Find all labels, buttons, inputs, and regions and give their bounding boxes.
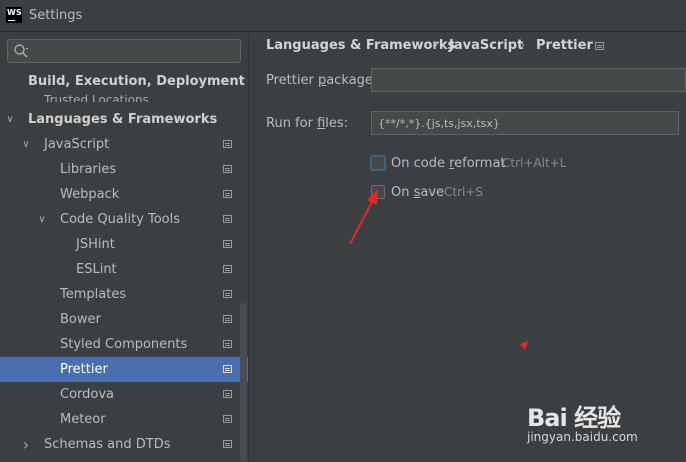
prettier-package-label: Prettier package: (266, 73, 378, 88)
tree-item-eslint[interactable]: ESLint (0, 257, 248, 282)
tree-item-cordova[interactable]: Cordova (0, 382, 248, 407)
run-for-files-label: Run for files: (266, 116, 349, 131)
tree-item-label: Templates (60, 287, 127, 302)
run-for-files-field[interactable] (371, 111, 679, 135)
prettier-package-field[interactable] (371, 68, 686, 92)
tree-item-label: JavaScript (44, 137, 110, 152)
project-settings-icon (223, 315, 232, 323)
tree-item-meteor[interactable]: Meteor (0, 407, 248, 432)
on-code-reformat-shortcut: Ctrl+Alt+L (502, 156, 567, 170)
app-logo-text: WS (7, 8, 22, 17)
chevron-down-icon[interactable]: ∨ (20, 132, 32, 157)
project-settings-icon (223, 140, 232, 148)
tree-item-label: JSHint (76, 237, 115, 252)
tree-item-label: Prettier (60, 362, 108, 377)
on-code-reformat-checkbox[interactable] (370, 155, 386, 171)
tree-item-label: Meteor (60, 412, 106, 427)
breadcrumb-item-prettier: Prettier (536, 38, 593, 53)
annotation-arrow-icon (349, 189, 378, 245)
search-input[interactable] (32, 42, 237, 60)
tree-item-build-execution-deployment[interactable]: Build, Execution, Deployment (0, 69, 248, 94)
webstorm-logo-icon: WS (6, 7, 22, 23)
tree-item-label: Cordova (60, 387, 115, 402)
project-settings-icon (223, 240, 232, 248)
tree-item-code-quality-tools[interactable]: ∨ Code Quality Tools (0, 207, 248, 232)
chevron-down-icon[interactable]: ∨ (36, 207, 48, 232)
settings-sidebar: Trusted Locations Build, Execution, Depl… (0, 33, 249, 462)
watermark-logo: Bai 经验 (527, 404, 621, 432)
chevron-down-icon[interactable]: ∨ (4, 107, 16, 132)
tree-item-label: Libraries (60, 162, 117, 177)
tree-item-label: Languages & Frameworks (28, 112, 218, 127)
breadcrumb-separator: › (520, 38, 526, 53)
project-settings-icon (223, 340, 232, 348)
watermark-url: jingyan.baidu.com (527, 430, 638, 444)
chevron-right-icon[interactable]: › (20, 432, 32, 457)
on-code-reformat-label[interactable]: On code reformat (391, 156, 506, 171)
cursor-marker-icon (520, 341, 528, 350)
breadcrumb-separator: › (433, 38, 439, 53)
tree-item-schemas-and-dtds[interactable]: › Schemas and DTDs (0, 432, 248, 457)
tree-item-templates[interactable]: Templates (0, 282, 248, 307)
tree-item-label: ESLint (76, 262, 117, 277)
project-settings-icon (223, 215, 232, 223)
tree-item-webpack[interactable]: Webpack (0, 182, 248, 207)
on-save-shortcut: Ctrl+S (444, 185, 484, 199)
tree-item-libraries[interactable]: Libraries (0, 157, 248, 182)
tree-item-prettier[interactable]: Prettier (0, 357, 248, 382)
search-icon[interactable] (13, 43, 29, 59)
project-settings-icon (223, 440, 232, 448)
tree-item-languages-frameworks[interactable]: ∨ Languages & Frameworks (0, 107, 248, 132)
project-settings-icon (223, 190, 232, 198)
project-settings-icon (223, 165, 232, 173)
project-settings-icon (595, 42, 604, 50)
project-settings-icon (223, 390, 232, 398)
tree-item-styled-components[interactable]: Styled Components (0, 332, 248, 357)
breadcrumb-item-languages[interactable]: Languages & Frameworks (266, 38, 455, 53)
project-settings-icon (223, 415, 232, 423)
tree-item-bower[interactable]: Bower (0, 307, 248, 332)
title-bar: WS Settings (0, 0, 686, 32)
tree-item-label: Schemas and DTDs (44, 437, 171, 452)
tree-item-label: Webpack (60, 187, 120, 202)
tree-item-label: Bower (60, 312, 101, 327)
breadcrumb-item-javascript[interactable]: JavaScript (449, 38, 523, 53)
tree-item-label: Build, Execution, Deployment (28, 74, 245, 89)
tree-item-label: Styled Components (60, 337, 188, 352)
tree-item-label: Code Quality Tools (60, 212, 181, 227)
project-settings-icon (223, 290, 232, 298)
tree-item-jshint[interactable]: JSHint (0, 232, 248, 257)
baidu-watermark: Bai 经验 jingyan.baidu.com (527, 398, 677, 456)
project-settings-icon (223, 365, 232, 373)
settings-search[interactable] (7, 39, 241, 63)
project-settings-icon (223, 265, 232, 273)
tree-item-javascript[interactable]: ∨ JavaScript (0, 132, 248, 157)
window-title: Settings (29, 8, 83, 23)
sidebar-scrollbar[interactable] (240, 303, 247, 462)
